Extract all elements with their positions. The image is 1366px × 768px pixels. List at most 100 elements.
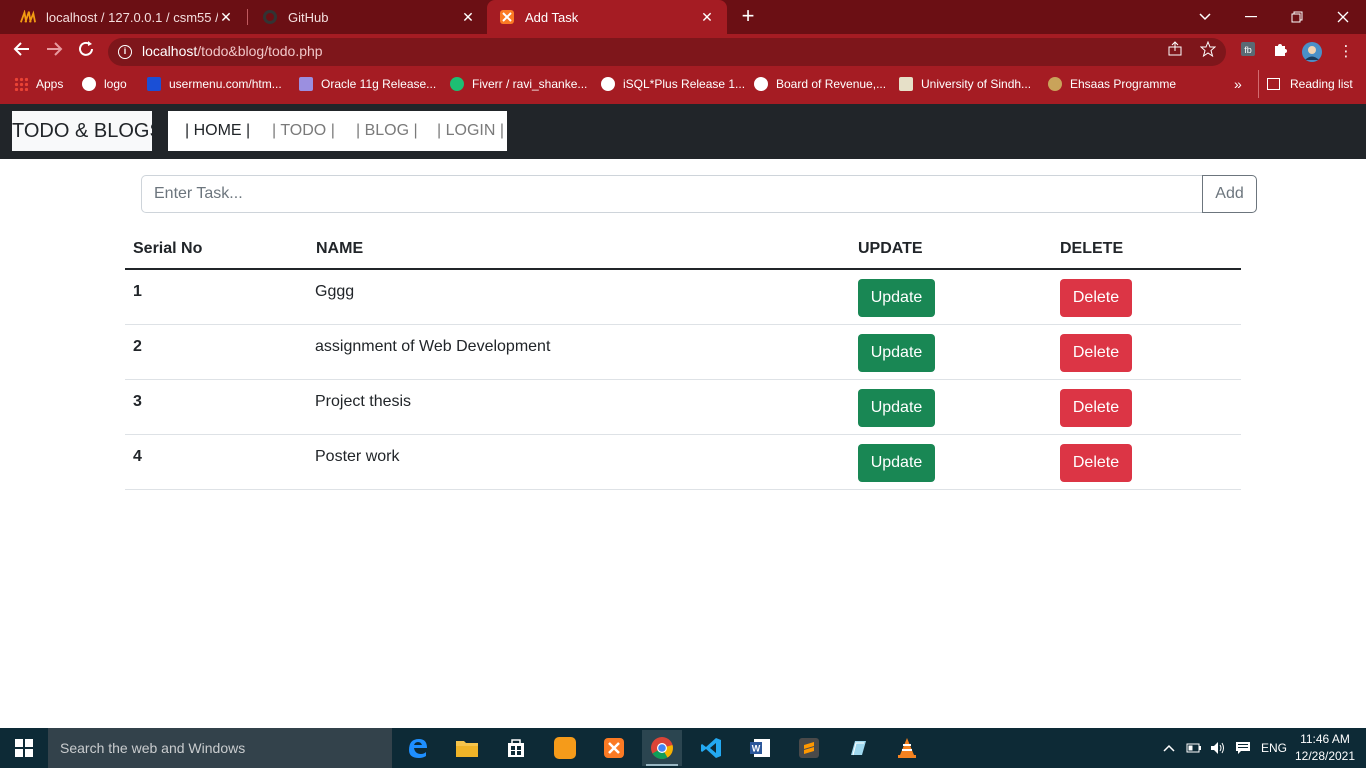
language-indicator[interactable]: ENG	[1261, 728, 1287, 768]
taskbar-search-box[interactable]: Search the web and Windows	[48, 728, 392, 768]
back-arrow-icon[interactable]	[10, 40, 34, 64]
tab-title: Add Task	[525, 9, 579, 25]
reading-list-icon	[1267, 78, 1280, 90]
reading-list-label: Reading list	[1290, 77, 1353, 91]
bookmark-star-icon[interactable]	[1197, 40, 1219, 63]
more-bookmarks-icon[interactable]: »	[1234, 70, 1242, 98]
forward-arrow-icon[interactable]	[42, 40, 66, 64]
bookmark-label: iSQL*Plus Release 1...	[623, 77, 746, 91]
chrome-icon[interactable]	[642, 730, 682, 766]
reload-icon[interactable]	[74, 40, 98, 64]
bookmark-logo[interactable]: logo	[82, 70, 127, 98]
update-button[interactable]: Update	[858, 279, 935, 317]
url-text[interactable]: localhost/todo&blog/todo.php	[142, 43, 323, 59]
fiverr-icon	[450, 77, 464, 91]
show-hidden-icons[interactable]	[1163, 728, 1175, 768]
more-menu-icon[interactable]: ⋮	[1335, 41, 1357, 63]
delete-button[interactable]: Delete	[1060, 444, 1132, 482]
clock-time: 11:46 AM	[1300, 732, 1350, 746]
site-brand[interactable]: TODO & BLOGS	[12, 111, 152, 151]
update-button[interactable]: Update	[858, 334, 935, 372]
tab-github[interactable]: GitHub ✕	[250, 0, 488, 34]
tab-add-task[interactable]: Add Task ✕	[487, 0, 727, 34]
bookmark-ehsaas[interactable]: Ehsaas Programme	[1048, 70, 1176, 98]
xampp-icon	[499, 9, 515, 25]
tab-phpmyadmin[interactable]: localhost / 127.0.0.1 / csm55 / blo ✕	[8, 0, 246, 34]
bookmark-usermenu[interactable]: usermenu.com/htm...	[147, 70, 282, 98]
bookmark-label: Fiverr / ravi_shanke...	[472, 77, 588, 91]
sublime-text-icon[interactable]	[789, 730, 829, 766]
xampp-icon[interactable]	[594, 730, 634, 766]
ehsaas-icon	[1048, 77, 1062, 91]
volume-icon[interactable]	[1210, 728, 1226, 768]
close-tab-icon[interactable]: ✕	[699, 9, 715, 26]
update-button[interactable]: Update	[858, 444, 935, 482]
file-explorer-icon[interactable]	[447, 730, 487, 766]
bookmark-isqlplus[interactable]: iSQL*Plus Release 1...	[601, 70, 745, 98]
university-icon	[899, 77, 913, 91]
table-row: 3 Project thesis Update Delete	[125, 380, 1241, 435]
uc-browser-icon[interactable]	[545, 730, 585, 766]
restore-icon[interactable]	[1274, 0, 1320, 34]
taskbar-clock[interactable]: 11:46 AM 12/28/2021	[1290, 731, 1360, 765]
word-icon[interactable]: W	[740, 730, 780, 766]
profile-avatar[interactable]	[1301, 41, 1323, 63]
nav-home[interactable]: | HOME |	[185, 111, 250, 151]
table-row: 4 Poster work Update Delete	[125, 435, 1241, 490]
nav-login[interactable]: | LOGIN |	[437, 111, 504, 151]
nav-blog[interactable]: | BLOG |	[356, 111, 418, 151]
close-tab-icon[interactable]: ✕	[218, 9, 234, 26]
share-icon[interactable]	[1164, 41, 1186, 63]
bookmark-board-of-revenue[interactable]: Board of Revenue,...	[754, 70, 886, 98]
globe-icon	[601, 77, 615, 91]
bookmark-apps[interactable]: Apps	[14, 70, 63, 98]
delete-button[interactable]: Delete	[1060, 334, 1132, 372]
windows-start-icon[interactable]	[0, 728, 48, 768]
close-window-icon[interactable]	[1320, 0, 1366, 34]
tab-title: localhost / 127.0.0.1 / csm55 / blo	[46, 9, 218, 25]
svg-text:fb: fb	[1244, 45, 1252, 55]
serial-cell: 4	[133, 448, 142, 465]
github-icon	[262, 9, 278, 25]
url-path: /todo&blog/todo.php	[197, 43, 323, 59]
nav-todo[interactable]: | TODO |	[272, 111, 335, 151]
minimize-icon[interactable]	[1228, 0, 1274, 34]
vlc-icon[interactable]	[887, 730, 927, 766]
bookmark-label: Apps	[36, 77, 64, 91]
extension-icon[interactable]: fb	[1237, 41, 1259, 63]
site-info-icon[interactable]: i	[118, 45, 132, 59]
table-row: 2 assignment of Web Development Update D…	[125, 325, 1241, 380]
task-input[interactable]	[141, 175, 1203, 213]
battery-icon[interactable]	[1186, 728, 1202, 768]
tab-search-icon[interactable]	[1182, 0, 1228, 34]
delete-button[interactable]: Delete	[1060, 279, 1132, 317]
close-tab-icon[interactable]: ✕	[460, 9, 476, 26]
bookmark-fiverr[interactable]: Fiverr / ravi_shanke...	[450, 70, 587, 98]
bookmark-label: logo	[104, 77, 127, 91]
serial-cell: 2	[133, 338, 142, 355]
tab-divider	[247, 9, 248, 25]
bookmark-oracle[interactable]: Oracle 11g Release...	[299, 70, 436, 98]
delete-button[interactable]: Delete	[1060, 389, 1132, 427]
url-host: localhost	[142, 43, 198, 59]
notification-icon[interactable]	[1235, 728, 1251, 768]
edge-icon[interactable]	[398, 730, 438, 766]
reading-list-button[interactable]: Reading list	[1267, 70, 1353, 98]
notepad-icon[interactable]	[838, 730, 878, 766]
clock-date: 12/28/2021	[1294, 749, 1356, 763]
new-tab-icon[interactable]: +	[738, 5, 758, 28]
task-name-cell: Gggg	[315, 283, 355, 300]
bookmark-university-of-sindh[interactable]: University of Sindh...	[899, 70, 1031, 98]
update-button[interactable]: Update	[858, 389, 935, 427]
globe-icon	[754, 77, 768, 91]
puzzle-extensions-icon[interactable]	[1269, 41, 1291, 63]
task-name-cell: Poster work	[315, 448, 400, 465]
tab-title: GitHub	[288, 9, 329, 25]
add-task-button[interactable]: Add	[1202, 175, 1257, 213]
task-name-cell: Project thesis	[315, 393, 412, 410]
active-app-indicator	[646, 764, 678, 766]
header-serial-no: Serial No	[133, 240, 203, 257]
bookmark-label: Oracle 11g Release...	[321, 77, 437, 91]
vscode-icon[interactable]	[691, 730, 731, 766]
store-icon[interactable]	[496, 730, 536, 766]
